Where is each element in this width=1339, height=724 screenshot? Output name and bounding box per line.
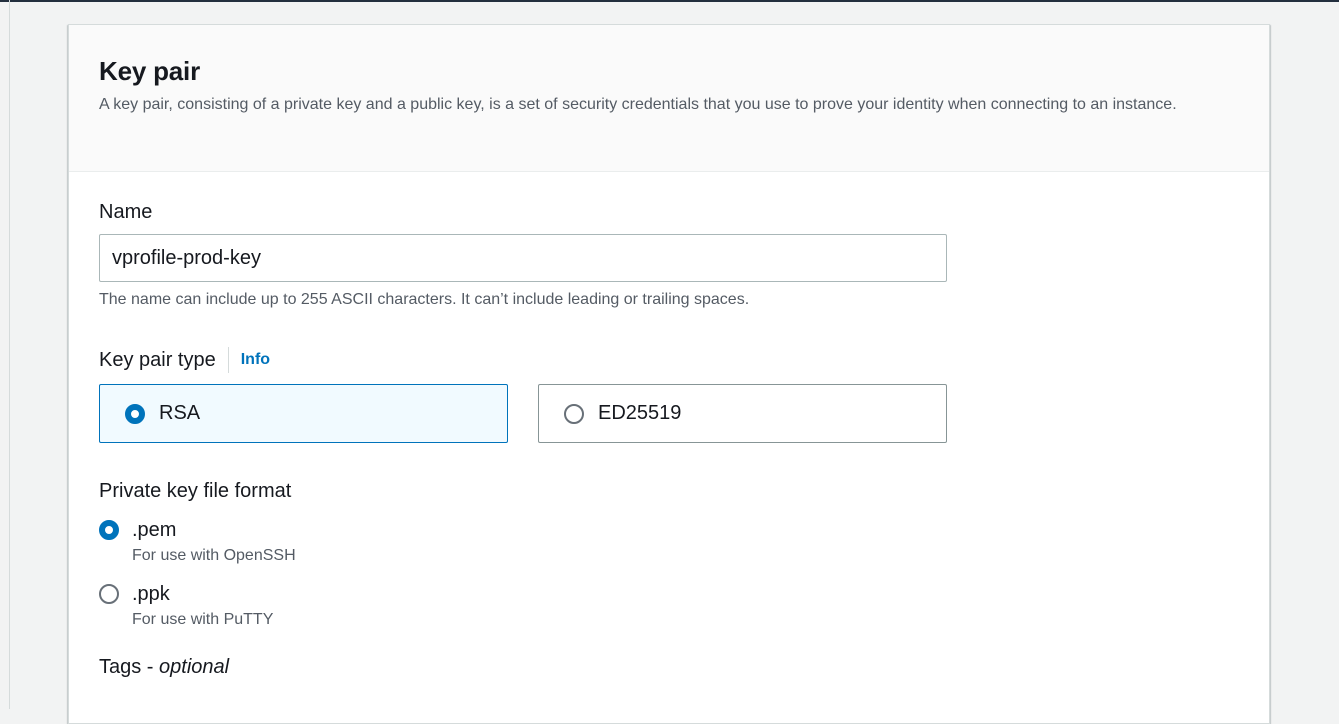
format-ppk-description: For use with PuTTY bbox=[132, 611, 274, 628]
tags-optional-text: optional bbox=[159, 656, 230, 678]
format-option-pem[interactable]: .pem For use with OpenSSH bbox=[99, 517, 1239, 567]
tile-ed25519-label: ED25519 bbox=[598, 402, 682, 424]
top-border bbox=[0, 0, 1339, 2]
radio-rsa[interactable] bbox=[125, 403, 145, 424]
name-label: Name bbox=[99, 201, 153, 223]
format-ppk-text: .ppk For use with PuTTY bbox=[132, 581, 273, 631]
panel-header: Key pair A key pair, consisting of a pri… bbox=[69, 25, 1269, 172]
info-link[interactable]: Info bbox=[241, 351, 270, 369]
radio-ppk[interactable] bbox=[99, 584, 119, 604]
key-pair-panel: Key pair A key pair, consisting of a pri… bbox=[68, 24, 1270, 724]
radio-pem[interactable] bbox=[99, 520, 119, 540]
name-constraint-text: The name can include up to 255 ASCII cha… bbox=[99, 291, 750, 308]
private-key-format-label: Private key file format bbox=[99, 480, 292, 502]
format-option-ppk[interactable]: .ppk For use with PuTTY bbox=[99, 581, 1239, 631]
left-divider bbox=[9, 0, 10, 709]
label-separator bbox=[227, 347, 229, 373]
key-pair-type-header: Key pair type Info bbox=[99, 346, 1239, 374]
key-pair-type-tiles: RSA ED25519 bbox=[99, 384, 1239, 443]
format-ppk-name: .ppk bbox=[132, 583, 170, 605]
tile-rsa[interactable]: RSA bbox=[99, 384, 508, 443]
format-pem-description: For use with OpenSSH bbox=[132, 547, 296, 564]
key-pair-type-label: Key pair type bbox=[99, 349, 216, 371]
name-input[interactable] bbox=[99, 234, 947, 282]
radio-ed25519[interactable] bbox=[564, 403, 584, 424]
tile-ed25519[interactable]: ED25519 bbox=[538, 384, 947, 443]
format-pem-text: .pem For use with OpenSSH bbox=[132, 517, 296, 567]
tags-label-text: Tags - bbox=[99, 656, 160, 678]
format-pem-name: .pem bbox=[132, 519, 177, 541]
page-title: Key pair bbox=[99, 56, 201, 86]
tags-label: Tags - optional bbox=[99, 655, 1239, 679]
panel-body: Name The name can include up to 255 ASCI… bbox=[69, 172, 1269, 679]
tile-rsa-label: RSA bbox=[159, 402, 201, 424]
section-description: A key pair, consisting of a private key … bbox=[99, 96, 1177, 113]
